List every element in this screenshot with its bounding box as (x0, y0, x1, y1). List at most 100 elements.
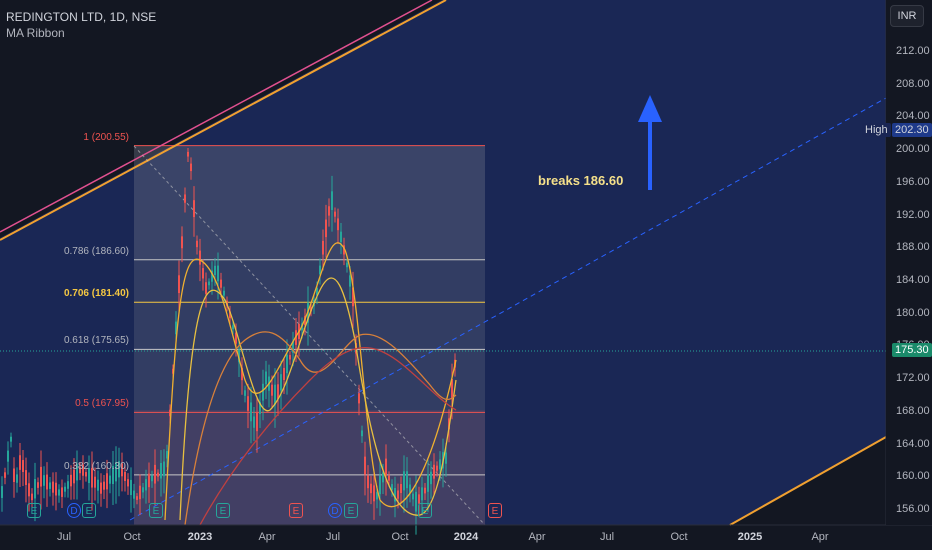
candle-body (265, 371, 267, 385)
candle-body (367, 475, 369, 489)
candle-body (388, 475, 390, 481)
price-tick: 188.00 (896, 241, 930, 254)
candle-body (46, 474, 48, 490)
candle-body (436, 465, 438, 471)
earnings-event-icon[interactable]: E (82, 503, 96, 518)
candle-body (223, 290, 225, 296)
candle-body (160, 463, 162, 479)
candle-body (217, 265, 219, 282)
candle-body (40, 466, 42, 487)
earnings-event-icon[interactable]: E (27, 503, 41, 518)
fib-zone-top (134, 146, 485, 259)
current-price-tag: 175.30 (892, 343, 932, 357)
candle-body (163, 461, 165, 477)
time-tick: 2024 (453, 531, 479, 543)
price-tick: 160.00 (896, 470, 930, 483)
time-tick: Oct (670, 531, 688, 543)
candle-body (205, 282, 207, 294)
candle-body (430, 471, 432, 485)
candle-body (196, 240, 198, 248)
earnings-event-icon[interactable]: E (289, 503, 303, 518)
fib-level-label: 1 (200.55) (83, 131, 129, 143)
price-tick: 200.00 (896, 143, 930, 156)
time-tick: 2023 (187, 531, 213, 543)
time-tick: Apr (811, 531, 829, 543)
candle-body (427, 474, 429, 492)
candle-body (358, 393, 360, 404)
candle-body (328, 206, 330, 216)
dividend-event-icon[interactable]: D (328, 503, 342, 518)
candle-body (58, 489, 60, 496)
candle-body (256, 412, 258, 432)
candle-body (166, 451, 168, 459)
candle-body (124, 471, 126, 482)
candle-body (4, 472, 6, 478)
candle-body (187, 151, 189, 157)
candle-body (130, 479, 132, 496)
candle-body (214, 265, 216, 276)
candle-body (19, 455, 21, 470)
candle-body (52, 481, 54, 493)
earnings-event-icon[interactable]: E (149, 503, 163, 518)
price-tick: 208.00 (896, 77, 930, 90)
candle-body (337, 218, 339, 231)
candle-body (322, 240, 324, 255)
candle-body (34, 479, 36, 499)
dividend-event-icon[interactable]: D (67, 503, 81, 518)
time-tick: Jul (56, 531, 72, 543)
candle-body (190, 163, 192, 172)
candle-body (13, 468, 15, 483)
price-tick: 212.00 (896, 45, 930, 57)
price-tick: 192.00 (896, 208, 930, 221)
candle-body (247, 396, 249, 411)
earnings-event-icon[interactable]: E (344, 503, 358, 518)
fib-level-label: 0.786 (186.60) (63, 245, 129, 257)
candle-body (28, 483, 30, 497)
candle-body (49, 482, 51, 489)
price-tick: 180.00 (896, 306, 930, 319)
candle-body (364, 456, 366, 475)
candle-body (199, 250, 201, 265)
candle-body (139, 485, 141, 500)
candle-body (415, 491, 417, 512)
candle-body (178, 275, 180, 294)
fib-level-label: 0.618 (175.65) (63, 335, 129, 347)
chart-header: REDINGTON LTD, 1D, NSE MA Ribbon (6, 9, 156, 41)
candle-body (289, 355, 291, 360)
symbol-title[interactable]: REDINGTON LTD, 1D, NSE (6, 9, 156, 25)
candle-body (7, 450, 9, 462)
indicator-label[interactable]: MA Ribbon (6, 25, 156, 41)
breakout-annotation[interactable]: breaks 186.60 (536, 172, 626, 189)
candle-body (385, 458, 387, 476)
candle-body (142, 487, 144, 493)
price-chart[interactable] (0, 0, 932, 550)
candle-body (340, 231, 342, 243)
price-tick: 196.00 (896, 175, 930, 188)
candle-body (94, 476, 96, 488)
currency-button[interactable]: INR (890, 5, 924, 27)
time-tick: Jul (325, 531, 341, 543)
candle-body (400, 484, 402, 493)
candle-body (283, 367, 285, 381)
candle-body (325, 219, 327, 238)
candle-body (10, 436, 12, 442)
time-tick: Oct (391, 531, 409, 543)
candle-body (397, 490, 399, 499)
earnings-event-icon[interactable]: E (216, 503, 230, 518)
candle-body (202, 268, 204, 279)
candle-body (286, 354, 288, 374)
candle-body (412, 493, 414, 500)
candle-body (274, 384, 276, 405)
time-tick: Apr (528, 531, 546, 543)
earnings-event-icon[interactable]: E (418, 503, 432, 518)
candle-body (64, 486, 66, 492)
candle-body (445, 452, 447, 464)
candle-body (433, 464, 435, 479)
candle-body (271, 384, 273, 396)
candle-body (232, 325, 234, 330)
earnings-event-icon[interactable]: E (488, 503, 502, 518)
time-tick: Oct (123, 531, 141, 543)
high-label: High (862, 123, 891, 137)
candle-body (421, 487, 423, 501)
candle-body (85, 472, 87, 477)
